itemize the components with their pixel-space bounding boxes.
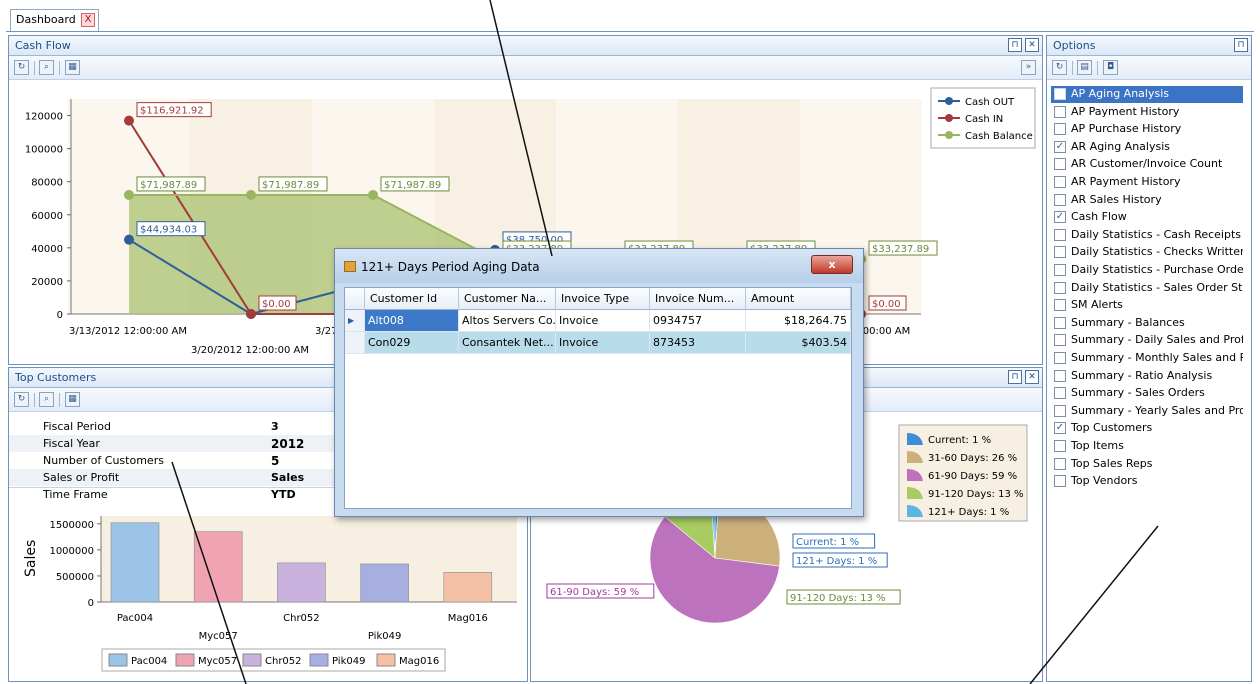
- annotation-lines: [171, 0, 1159, 684]
- callout-line: [171, 461, 247, 684]
- callout-line: [1029, 525, 1159, 684]
- callout-line: [489, 0, 553, 257]
